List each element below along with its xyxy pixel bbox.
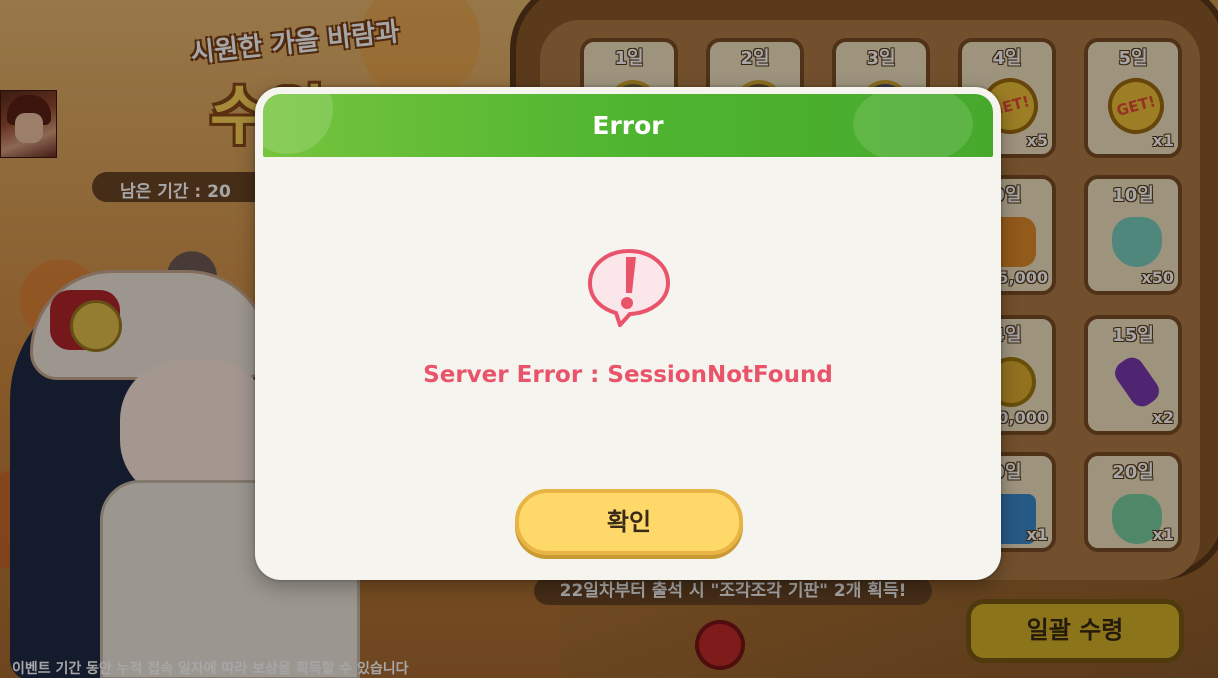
dialog-title: Error xyxy=(592,111,664,140)
confirm-button[interactable]: 확인 xyxy=(515,489,743,555)
error-message: Server Error : SessionNotFound xyxy=(423,362,833,388)
error-speech-bubble-icon xyxy=(587,248,671,327)
error-dialog: Error Server Error : SessionNotFound 확인 xyxy=(255,87,1001,580)
dialog-header: Error xyxy=(263,94,993,157)
